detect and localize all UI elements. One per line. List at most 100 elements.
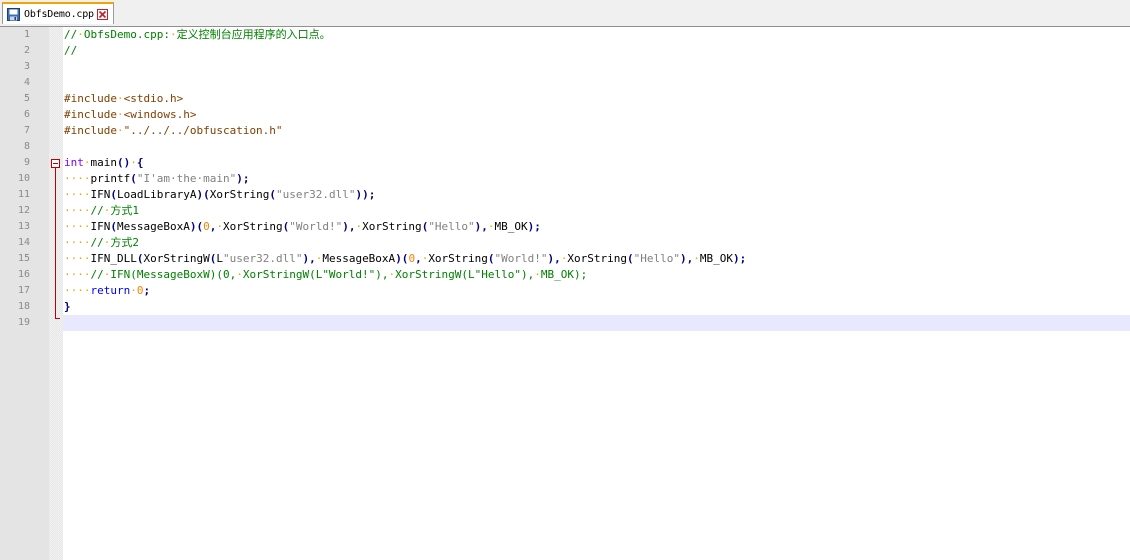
code-token: ···· <box>64 236 91 249</box>
code-token: { <box>136 156 144 169</box>
code-area[interactable] <box>63 27 1130 560</box>
code-line[interactable]: ····printf("I'am·the·main"); <box>64 171 249 187</box>
code-line[interactable]: ····IFN(LoadLibraryA)(XorString("user32.… <box>64 187 375 203</box>
code-token: ···· <box>64 172 91 185</box>
code-token: "user32.dll" <box>275 188 356 201</box>
fold-margin[interactable] <box>49 27 63 560</box>
line-number: 10 <box>17 173 30 184</box>
code-token: LoadLibraryA <box>117 188 197 201</box>
code-token: XorString <box>209 188 270 201</box>
code-token: return <box>90 284 131 297</box>
code-token: MB_OK); <box>540 268 588 281</box>
code-line[interactable]: ····//·方式2 <box>64 235 139 251</box>
code-token: ( <box>130 172 137 185</box>
line-number: 14 <box>17 237 30 248</box>
code-token: IFN <box>90 220 111 233</box>
code-token: ···· <box>64 188 91 201</box>
tab-obfsdemo-cpp[interactable]: ObfsDemo.cpp <box>2 2 114 24</box>
code-token: "I'am·the·main" <box>136 172 237 185</box>
code-token: · <box>534 268 541 281</box>
code-token: XorString <box>567 252 628 265</box>
code-token: MB_OK <box>699 252 733 265</box>
code-token: IFN <box>90 188 111 201</box>
fold-range-line <box>55 168 56 318</box>
code-token: ; <box>143 284 151 297</box>
line-number: 4 <box>23 77 30 88</box>
code-line[interactable]: ····//·IFN(MessageBoxW)(0,·XorStringW(L"… <box>64 267 587 283</box>
code-token: · <box>236 268 243 281</box>
code-token: printf <box>90 172 131 185</box>
code-token: 方式2 <box>110 236 139 249</box>
code-token: ); <box>236 172 250 185</box>
code-line[interactable]: } <box>64 299 71 315</box>
code-token: IFN_DLL <box>90 252 137 265</box>
code-token: <windows.h> <box>123 108 197 121</box>
code-token: ), <box>302 252 316 265</box>
fold-toggle-icon[interactable] <box>51 159 60 168</box>
code-token: XorStringW(L"World!"), <box>242 268 389 281</box>
code-line[interactable]: ····IFN_DLL(XorStringW(L"user32.dll"),·M… <box>64 251 746 267</box>
code-token: "World!" <box>289 220 343 233</box>
code-token: ···· <box>64 252 91 265</box>
code-line[interactable]: #include·<windows.h> <box>64 107 196 123</box>
tab-bar: ObfsDemo.cpp <box>0 0 1130 27</box>
line-number: 6 <box>23 109 30 120</box>
code-line[interactable]: #include·<stdio.h> <box>64 91 183 107</box>
code-token: ( <box>627 252 634 265</box>
code-token: // <box>90 204 104 217</box>
line-number: 19 <box>17 317 30 328</box>
close-icon[interactable] <box>96 8 108 20</box>
line-number: 17 <box>17 285 30 296</box>
code-token: #include <box>64 124 117 137</box>
code-token: #include <box>64 92 117 105</box>
line-number: 12 <box>17 205 30 216</box>
code-token: #include <box>64 108 117 121</box>
code-token: 0 <box>136 284 144 297</box>
code-token: ObfsDemo.cpp: <box>83 28 170 41</box>
code-token: ), <box>474 220 488 233</box>
code-editor[interactable]: 1//·ObfsDemo.cpp:·定义控制台应用程序的入口点。 2//3 4 5 #i… <box>0 27 1130 560</box>
code-token: · <box>83 156 91 169</box>
code-token: IFN(MessageBoxW)(0, <box>110 268 237 281</box>
code-token: } <box>64 300 71 313</box>
code-line[interactable]: //·ObfsDemo.cpp:·定义控制台应用程序的入口点。 <box>64 27 331 43</box>
line-number: 1 <box>23 29 30 40</box>
code-line[interactable]: ····return·0; <box>64 283 150 299</box>
code-token: · <box>130 284 137 297</box>
code-token: XorStringW <box>143 252 210 265</box>
code-token: )( <box>395 252 409 265</box>
code-token: ( <box>269 188 276 201</box>
code-token: ···· <box>64 284 91 297</box>
code-token: )( <box>196 188 210 201</box>
code-token: ···· <box>64 220 91 233</box>
code-token: MessageBoxA <box>117 220 190 233</box>
line-number: 15 <box>17 253 30 264</box>
line-number: 13 <box>17 221 30 232</box>
code-token: "Hello" <box>428 220 475 233</box>
code-token: ···· <box>64 268 91 281</box>
code-line[interactable]: ····IFN(MessageBoxA)(0,·XorString("World… <box>64 219 541 235</box>
code-token: ); <box>527 220 541 233</box>
code-token: )( <box>189 220 204 233</box>
line-number: 16 <box>17 269 30 280</box>
line-number: 7 <box>23 125 30 136</box>
code-line[interactable]: #include·"../../../obfuscation.h" <box>64 123 283 139</box>
code-token: "user32.dll" <box>222 252 303 265</box>
code-token: // <box>64 44 78 57</box>
code-token: XorString <box>428 252 488 265</box>
code-line[interactable]: // <box>64 43 77 59</box>
code-token: ( <box>487 252 495 265</box>
code-token: main <box>90 156 118 169</box>
code-token: ···· <box>64 204 91 217</box>
fold-end-marker <box>55 318 60 319</box>
code-line[interactable]: ····//·方式1 <box>64 203 139 219</box>
code-token: () <box>117 156 131 169</box>
code-token: 方式1 <box>110 204 139 217</box>
code-token: ( <box>110 188 117 201</box>
save-icon <box>7 7 20 21</box>
code-line[interactable]: int·main()·{ <box>64 155 144 171</box>
line-number: 8 <box>23 141 30 152</box>
code-token: // <box>90 236 104 249</box>
code-token: "../../../obfuscation.h" <box>123 124 283 137</box>
code-token: MB_OK <box>494 220 528 233</box>
